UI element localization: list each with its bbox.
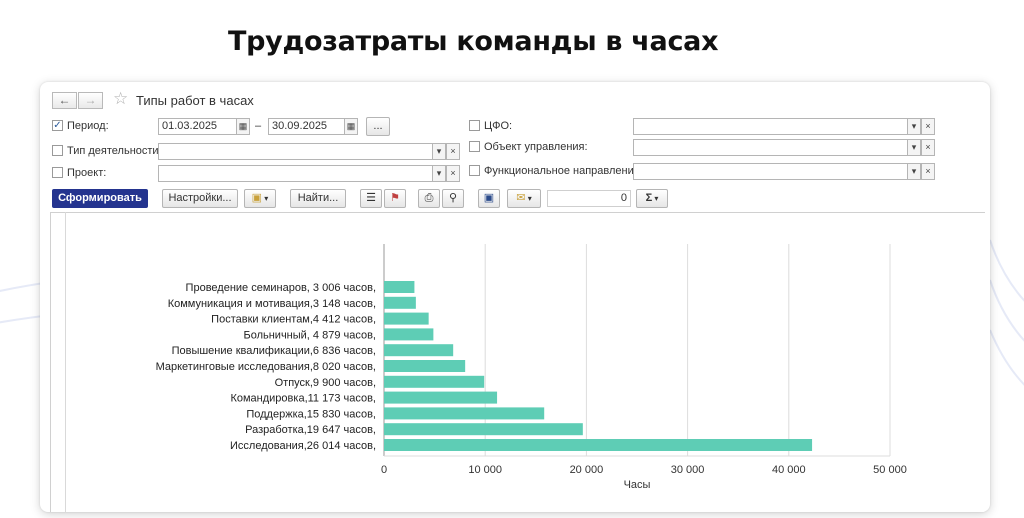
category-label: Больничный, 4 879 часов,	[243, 329, 376, 341]
bar	[384, 344, 454, 357]
x-axis-title: Часы	[624, 479, 651, 491]
category-label: Исследования,26 014 часов,	[230, 440, 376, 452]
bar	[384, 391, 498, 404]
x-tick-label: 50 000	[873, 464, 907, 476]
bar	[384, 360, 466, 372]
bar	[384, 312, 429, 325]
x-tick-label: 40 000	[772, 464, 806, 476]
bar-chart: 0 10 000 20 000 30 000 40 000 50 000 Проведени…	[156, 244, 907, 491]
bar	[384, 281, 415, 293]
x-tick-label: 30 000	[671, 464, 705, 476]
category-label: Отпуск,9 900 часов,	[275, 377, 376, 389]
category-label: Повышение квалификации,6 836 часов,	[172, 345, 376, 357]
x-tick-label: 10 000	[468, 464, 502, 476]
bar	[384, 439, 813, 451]
bar	[384, 296, 416, 309]
category-label: Разработка,19 647 часов,	[245, 424, 376, 436]
category-label: Проведение семинаров, 3 006 часов,	[186, 282, 376, 294]
bar	[384, 375, 485, 388]
x-tick-label: 20 000	[570, 464, 604, 476]
bar	[384, 423, 583, 436]
bar	[384, 407, 545, 420]
category-label: Поставки клиентам,4 412 часов,	[211, 314, 376, 326]
x-tick-label: 0	[381, 464, 387, 476]
category-label: Коммуникация и мотивация,3 148 часов,	[168, 298, 376, 310]
category-label: Командировка,11 173 часов,	[230, 393, 376, 405]
report-window: ← → ☆ Типы работ в часах ✓ Период: 01.03…	[40, 82, 990, 512]
bar	[384, 328, 434, 341]
category-label: Поддержка,15 830 часов,	[246, 408, 376, 420]
slide-title: Трудозатраты команды в часах	[228, 26, 719, 57]
category-label: Маркетинговые исследования,8 020 часов,	[156, 361, 376, 373]
